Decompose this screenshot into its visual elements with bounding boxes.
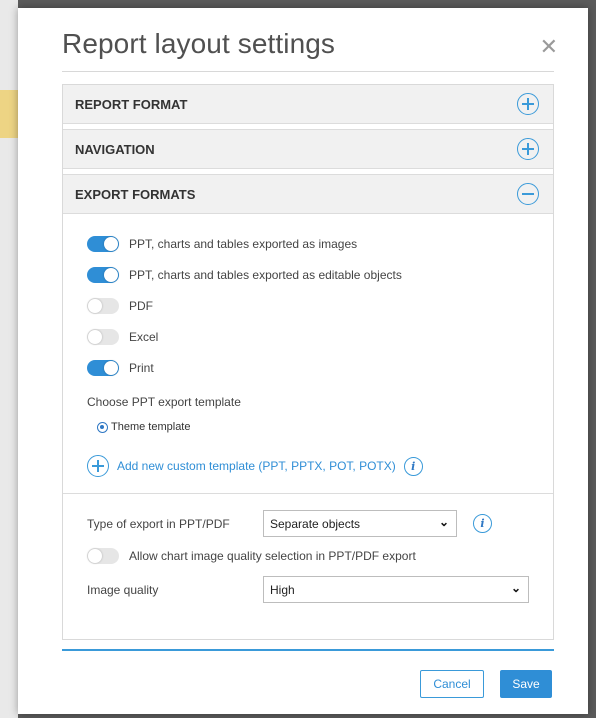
section-label: REPORT FORMAT bbox=[75, 96, 188, 112]
export-formats-body: PPT, charts and tables exported as image… bbox=[63, 214, 553, 477]
add-template-label[interactable]: Add new custom template (PPT, PPTX, POT,… bbox=[117, 459, 396, 473]
ppt-pdf-options: Type of export in PPT/PDF Separate objec… bbox=[63, 494, 553, 603]
section-label: NAVIGATION bbox=[75, 141, 155, 157]
toggle-switch[interactable] bbox=[87, 359, 119, 376]
toggle-row-pdf: PDF bbox=[87, 290, 553, 321]
radio-button[interactable] bbox=[97, 421, 108, 433]
image-quality-select[interactable]: High ⌄ bbox=[263, 576, 529, 603]
toggle-switch[interactable] bbox=[87, 328, 119, 345]
info-icon[interactable]: i bbox=[473, 514, 492, 533]
info-icon[interactable]: i bbox=[403, 456, 423, 476]
toggle-switch[interactable] bbox=[87, 266, 119, 283]
toggle-label: Excel bbox=[129, 329, 159, 344]
chevron-down-icon: ⌄ bbox=[510, 581, 521, 595]
toggle-row-ppt-images: PPT, charts and tables exported as image… bbox=[87, 228, 553, 259]
toggle-switch[interactable] bbox=[87, 547, 119, 564]
toggle-switch[interactable] bbox=[87, 235, 119, 252]
dialog-title: Report layout settings bbox=[62, 28, 336, 59]
export-type-value: Separate objects bbox=[270, 516, 361, 531]
background-app bbox=[0, 0, 18, 718]
image-quality-value: High bbox=[270, 582, 295, 597]
template-label: Choose PPT export template bbox=[87, 395, 241, 409]
background-highlight bbox=[0, 90, 18, 138]
add-template-link[interactable]: Add new custom template (PPT, PPTX, POT,… bbox=[87, 455, 553, 477]
image-quality-row: Image quality High ⌄ bbox=[87, 576, 553, 603]
save-button[interactable]: Save bbox=[500, 670, 552, 698]
chevron-down-icon: ⌄ bbox=[438, 515, 449, 529]
section-export-formats[interactable]: EXPORT FORMATS bbox=[63, 175, 553, 214]
plus-circle-icon[interactable] bbox=[517, 138, 539, 160]
export-type-label: Type of export in PPT/PDF bbox=[87, 516, 230, 531]
toggle-label: PPT, charts and tables exported as edita… bbox=[129, 267, 402, 282]
report-layout-dialog: Report layout settings ✕ REPORT FORMAT N… bbox=[18, 8, 588, 714]
export-type-row: Type of export in PPT/PDF Separate objec… bbox=[87, 510, 553, 537]
title-divider bbox=[62, 71, 554, 72]
settings-panel: REPORT FORMAT NAVIGATION EXPORT FORMATS … bbox=[62, 84, 554, 640]
plus-circle-icon[interactable] bbox=[87, 455, 109, 477]
template-option[interactable]: Theme template bbox=[97, 421, 553, 433]
section-navigation[interactable]: NAVIGATION bbox=[63, 130, 553, 169]
toggle-label: PDF bbox=[129, 298, 153, 313]
toggle-label: PPT, charts and tables exported as image… bbox=[129, 236, 358, 251]
toggle-row-print: Print bbox=[87, 352, 553, 383]
toggle-row-excel: Excel bbox=[87, 321, 553, 352]
plus-circle-icon[interactable] bbox=[517, 93, 539, 115]
image-quality-label: Image quality bbox=[87, 582, 159, 597]
quality-selection-row: Allow chart image quality selection in P… bbox=[87, 540, 553, 571]
toggle-label: Print bbox=[129, 360, 154, 375]
toggle-row-ppt-editable: PPT, charts and tables exported as edita… bbox=[87, 259, 553, 290]
radio-label: Theme template bbox=[111, 421, 191, 433]
export-type-select[interactable]: Separate objects ⌄ bbox=[263, 510, 457, 537]
close-icon[interactable]: ✕ bbox=[540, 34, 558, 60]
minus-circle-icon[interactable] bbox=[517, 183, 539, 205]
toggle-label: Allow chart image quality selection in P… bbox=[129, 548, 416, 563]
section-report-format[interactable]: REPORT FORMAT bbox=[63, 85, 553, 124]
toggle-switch[interactable] bbox=[87, 297, 119, 314]
footer-divider bbox=[62, 649, 554, 651]
section-label: EXPORT FORMATS bbox=[75, 186, 196, 202]
cancel-button[interactable]: Cancel bbox=[420, 670, 484, 698]
